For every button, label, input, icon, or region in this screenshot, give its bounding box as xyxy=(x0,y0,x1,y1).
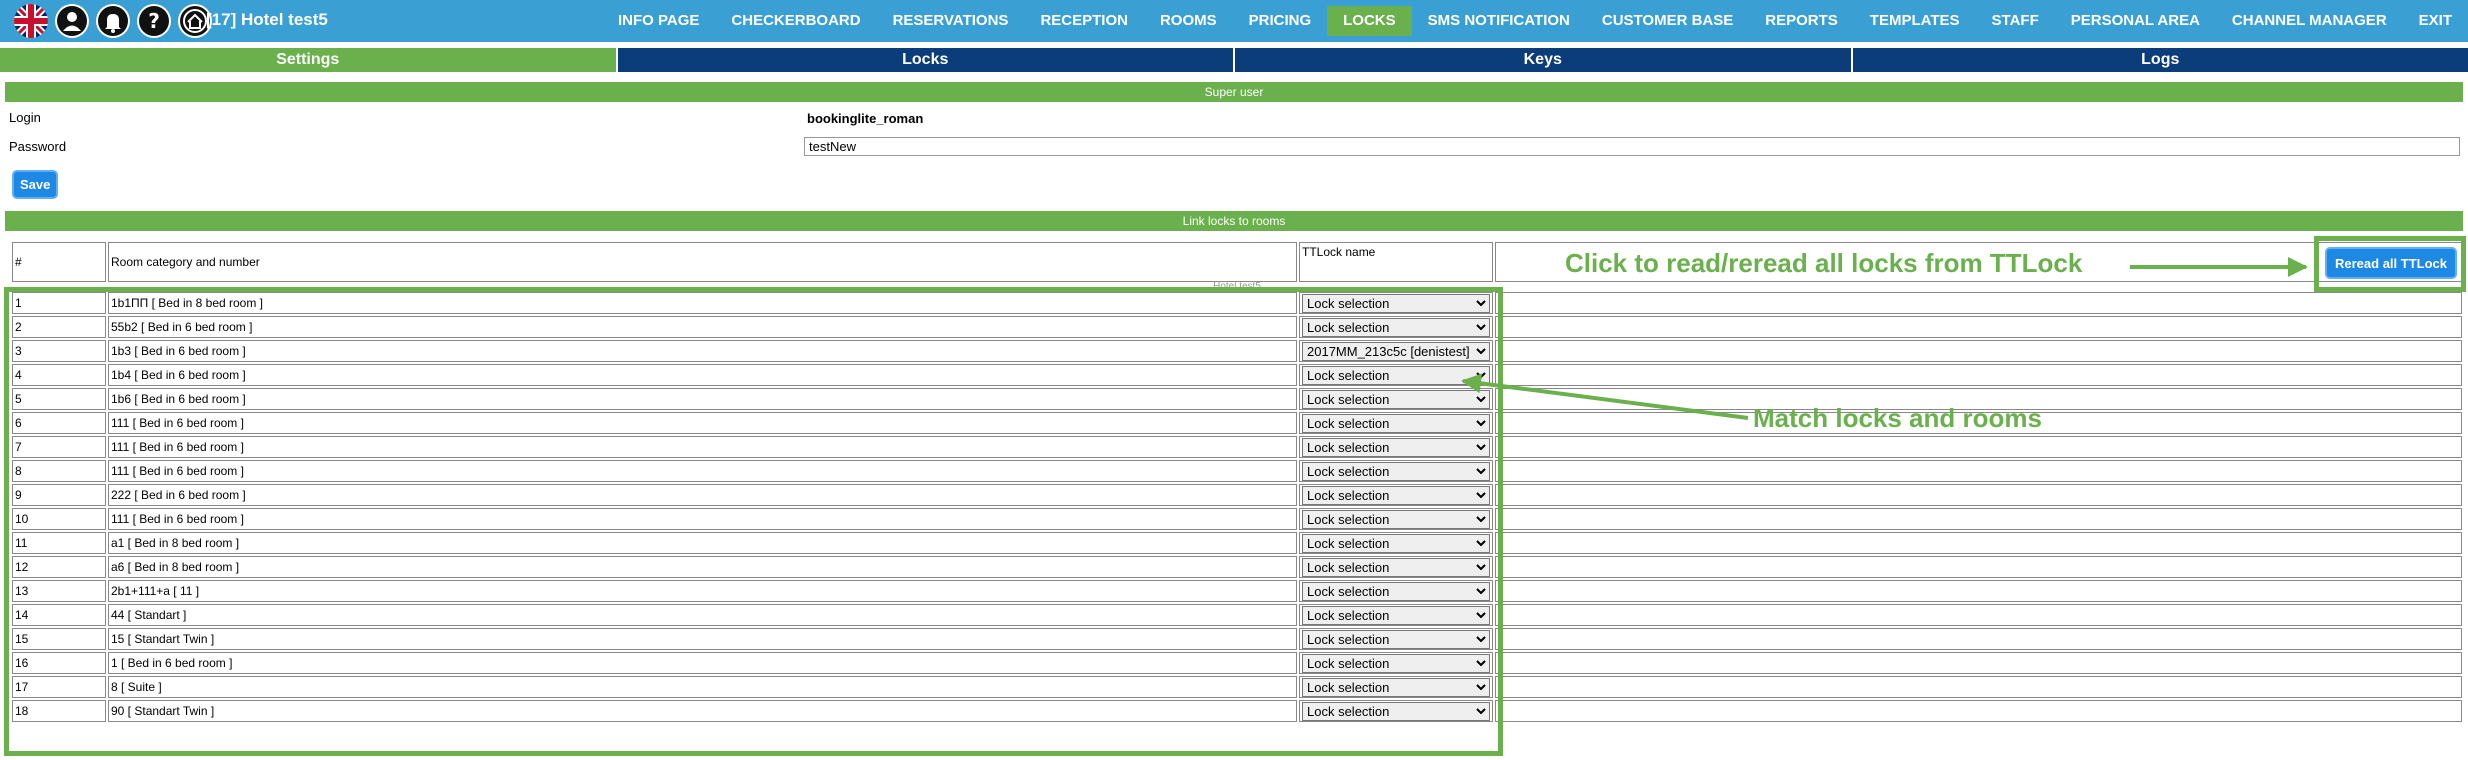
nav-sms-notification[interactable]: SMS NOTIFICATION xyxy=(1412,6,1586,36)
nav-exit[interactable]: EXIT xyxy=(2403,6,2468,36)
empty-cell xyxy=(1495,700,2462,722)
empty-cell xyxy=(1495,532,2462,554)
tab-keys[interactable]: Keys xyxy=(1235,48,1853,72)
empty-cell xyxy=(1495,676,2462,698)
empty-cell xyxy=(1495,580,2462,602)
empty-cell xyxy=(1495,652,2462,674)
empty-cell xyxy=(1495,508,2462,530)
help-icon[interactable]: ? xyxy=(137,4,171,38)
empty-cell xyxy=(1495,604,2462,626)
nav-channel-manager[interactable]: CHANNEL MANAGER xyxy=(2216,6,2403,36)
top-icons: ? xyxy=(14,4,212,38)
nav-reservations[interactable]: RESERVATIONS xyxy=(877,6,1025,36)
user-icon[interactable] xyxy=(55,4,89,38)
login-label: Login xyxy=(9,110,41,125)
empty-cell xyxy=(1495,628,2462,650)
empty-cell xyxy=(1495,340,2462,362)
super-user-header: Super user xyxy=(5,82,2463,102)
nav-reports[interactable]: REPORTS xyxy=(1749,6,1854,36)
nav-reception[interactable]: RECEPTION xyxy=(1024,6,1144,36)
hotel-title: [17] Hotel test5 xyxy=(206,10,328,29)
empty-cell xyxy=(1495,436,2462,458)
nav-pricing[interactable]: PRICING xyxy=(1233,6,1328,36)
nav-rooms[interactable]: ROOMS xyxy=(1144,6,1233,36)
tab-locks[interactable]: Locks xyxy=(617,48,1235,72)
match-annotation: Match locks and rooms xyxy=(1753,403,2042,433)
tab-logs[interactable]: Logs xyxy=(1852,48,2468,72)
nav-staff[interactable]: STAFF xyxy=(1976,6,2055,36)
empty-cell xyxy=(1495,364,2462,386)
empty-cell xyxy=(1495,556,2462,578)
reread-all-ttlock-button[interactable]: Reread all TTLock xyxy=(2325,247,2457,279)
login-value: bookinglite_roman xyxy=(807,111,924,126)
bell-icon[interactable] xyxy=(96,4,130,38)
uk-flag-icon[interactable] xyxy=(14,4,48,38)
match-highlight-box xyxy=(4,287,1503,756)
main-nav: INFO PAGE CHECKERBOARD RESERVATIONS RECEPTI… xyxy=(602,0,2468,42)
nav-locks[interactable]: LOCKS xyxy=(1327,6,1412,36)
empty-cell xyxy=(1495,460,2462,482)
nav-checkerboard[interactable]: CHECKERBOARD xyxy=(715,6,876,36)
empty-cell xyxy=(1495,484,2462,506)
col-number-header: # xyxy=(12,242,106,282)
table-header-row: # Room category and number TTLock name xyxy=(12,242,2462,282)
top-bar: ? [17] Hotel test5 INFO PAGE CHECKERBOARD… xyxy=(0,0,2468,42)
nav-info-page[interactable]: INFO PAGE xyxy=(602,6,715,36)
empty-cell xyxy=(1495,292,2462,314)
save-button[interactable]: Save xyxy=(12,170,58,199)
password-input[interactable] xyxy=(804,137,2460,156)
col-room-header: Room category and number xyxy=(108,242,1297,282)
nav-templates[interactable]: TEMPLATES xyxy=(1854,6,1976,36)
nav-customer-base[interactable]: CUSTOMER BASE xyxy=(1586,6,1749,36)
empty-cell xyxy=(1495,316,2462,338)
link-locks-header: Link locks to rooms xyxy=(5,211,2463,231)
reread-annotation: Click to read/reread all locks from TTLo… xyxy=(1565,248,2083,278)
password-label: Password xyxy=(9,139,67,154)
svg-text:?: ? xyxy=(148,9,160,33)
tab-settings[interactable]: Settings xyxy=(0,48,618,72)
col-ttlock-header: TTLock name xyxy=(1299,242,1493,282)
settings-subtabs: Settings Locks Keys Logs xyxy=(0,48,2468,72)
nav-personal-area[interactable]: PERSONAL AREA xyxy=(2055,6,2216,36)
